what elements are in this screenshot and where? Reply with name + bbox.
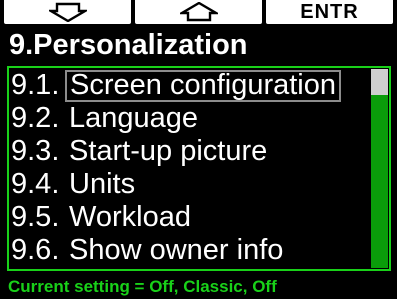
menu-list: 9.1. Screen configuration 9.2. Language …	[11, 69, 341, 267]
down-arrow-icon	[48, 2, 87, 22]
menu-item-number: 9.6.	[11, 234, 60, 266]
menu-item-number: 9.2.	[11, 102, 60, 134]
menu-item-label: Show owner info	[69, 234, 284, 266]
current-setting-status: Current setting = Off, Classic, Off	[8, 277, 277, 296]
softkey-bar: ENTR	[0, 0, 397, 27]
page-title: 9.Personalization	[9, 29, 248, 61]
menu-item-number: 9.3.	[11, 135, 60, 167]
scrollbar-thumb[interactable]	[371, 69, 388, 95]
menu-item-number: 9.5.	[11, 201, 60, 233]
menu-item-workload[interactable]: 9.5. Workload	[11, 201, 341, 234]
menu-item-label: Language	[69, 102, 199, 134]
menu-item-number: 9.1.	[11, 69, 60, 101]
menu-panel: 9.1. Screen configuration 9.2. Language …	[7, 66, 391, 271]
down-softkey[interactable]	[4, 0, 131, 24]
scrollbar-track[interactable]	[371, 69, 388, 268]
up-softkey[interactable]	[135, 0, 262, 24]
menu-item-start-up-picture[interactable]: 9.3. Start-up picture	[11, 135, 341, 168]
enter-softkey[interactable]: ENTR	[266, 0, 393, 24]
menu-item-show-owner-info[interactable]: 9.6. Show owner info	[11, 234, 341, 267]
menu-item-label: Screen configuration	[65, 69, 341, 102]
enter-label: ENTR	[300, 0, 359, 23]
menu-item-number: 9.4.	[11, 168, 60, 200]
menu-item-label: Workload	[69, 201, 191, 233]
up-arrow-icon	[179, 2, 218, 22]
menu-item-units[interactable]: 9.4. Units	[11, 168, 341, 201]
menu-item-language[interactable]: 9.2. Language	[11, 102, 341, 135]
menu-item-label: Start-up picture	[69, 135, 268, 167]
menu-item-label: Units	[69, 168, 136, 200]
menu-item-screen-configuration[interactable]: 9.1. Screen configuration	[11, 69, 341, 102]
